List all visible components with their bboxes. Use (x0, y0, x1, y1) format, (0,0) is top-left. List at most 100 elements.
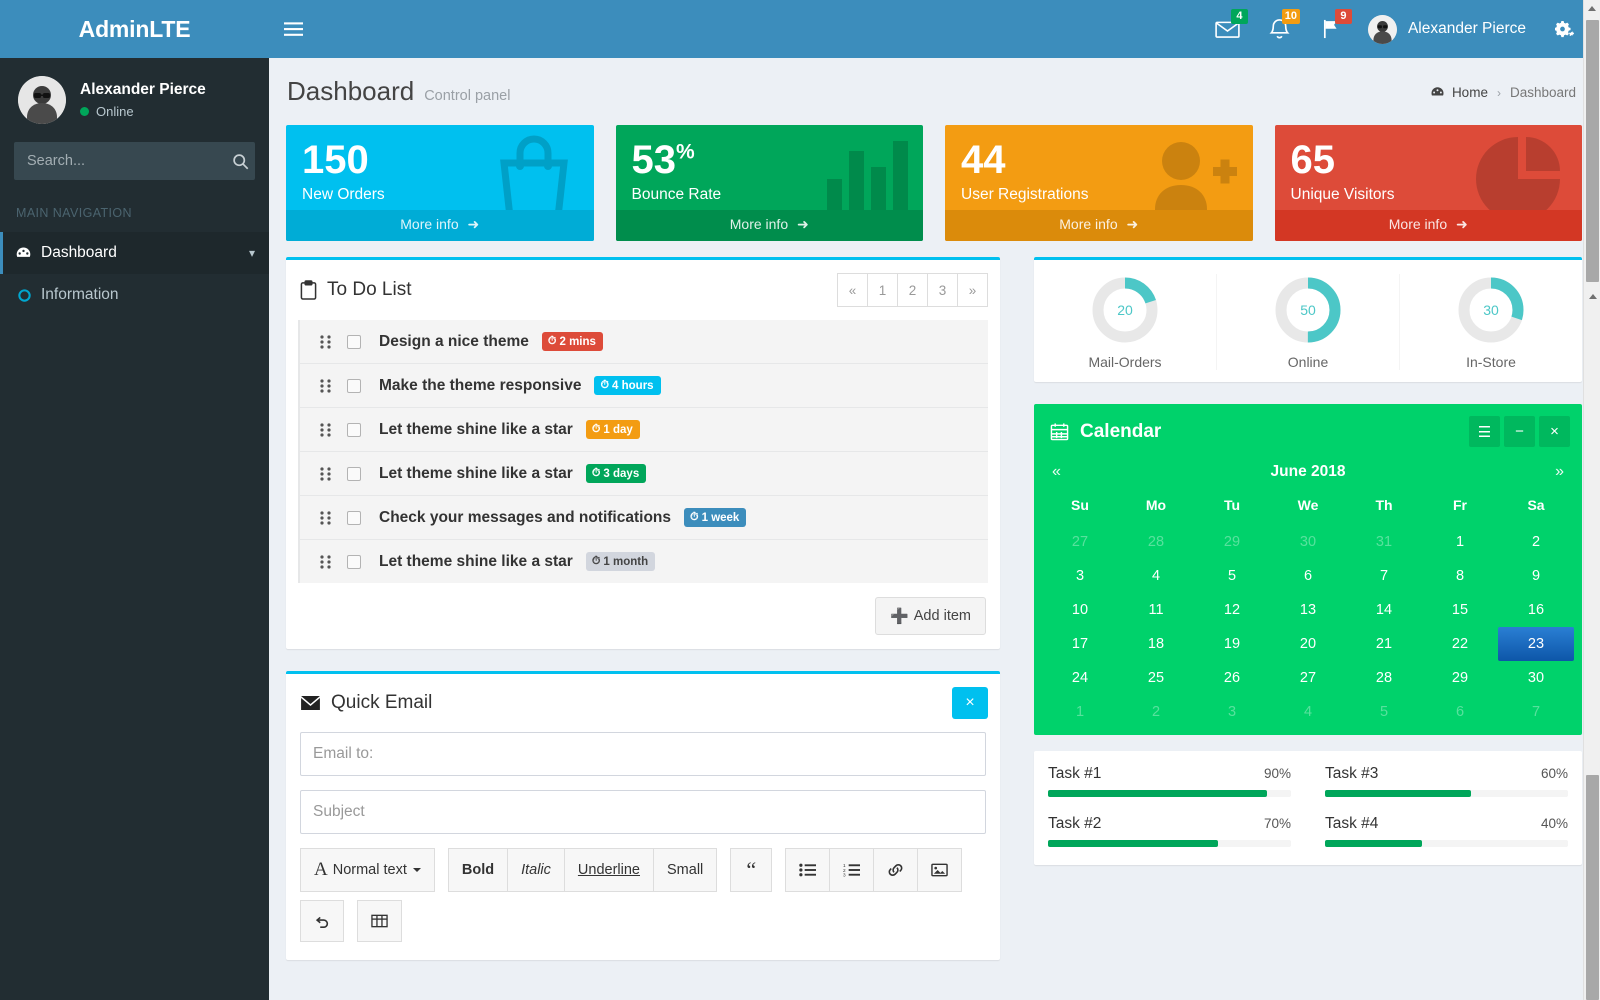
calendar-day[interactable]: 20 (1270, 627, 1346, 661)
brand-logo[interactable]: AdminLTE (0, 0, 269, 58)
close-button[interactable]: × (952, 687, 988, 719)
pagination-page-2[interactable]: 2 (897, 273, 928, 307)
todo-checkbox[interactable] (347, 378, 361, 393)
calendar-day[interactable]: 12 (1194, 593, 1270, 627)
list-item[interactable]: Check your messages and notifications ⏱ … (298, 495, 988, 539)
pagination-prev[interactable]: « (837, 273, 868, 307)
pagination-next[interactable]: » (957, 273, 988, 307)
calendar-menu-button[interactable]: ☰ (1469, 416, 1500, 447)
pagination-page-1[interactable]: 1 (867, 273, 898, 307)
calendar-day[interactable]: 30 (1270, 525, 1346, 559)
calendar-day[interactable]: 9 (1498, 559, 1574, 593)
calendar-day[interactable]: 10 (1042, 593, 1118, 627)
calendar-day[interactable]: 1 (1422, 525, 1498, 559)
todo-checkbox[interactable] (347, 510, 361, 525)
search-button[interactable] (226, 142, 254, 180)
calendar-day[interactable]: 6 (1270, 559, 1346, 593)
calendar-next-button[interactable]: » (1555, 463, 1564, 481)
calendar-close-button[interactable]: × (1539, 416, 1570, 447)
table-button[interactable] (357, 900, 402, 942)
calendar-day[interactable]: 15 (1422, 593, 1498, 627)
email-to-field[interactable] (300, 732, 986, 776)
drag-handle-icon[interactable] (320, 554, 331, 569)
calendar-day[interactable]: 16 (1498, 593, 1574, 627)
sidebar-toggle-button[interactable] (269, 0, 317, 58)
calendar-prev-button[interactable]: « (1052, 463, 1061, 481)
calendar-day[interactable]: 22 (1422, 627, 1498, 661)
calendar-day[interactable]: 30 (1498, 661, 1574, 695)
calendar-day[interactable]: 4 (1118, 559, 1194, 593)
calendar-day[interactable]: 1 (1042, 695, 1118, 729)
calendar-collapse-button[interactable]: − (1504, 416, 1535, 447)
list-item[interactable]: Let theme shine like a star ⏱ 3 days (298, 451, 988, 495)
drag-handle-icon[interactable] (320, 510, 331, 525)
calendar-day[interactable]: 7 (1498, 695, 1574, 729)
italic-button[interactable]: Italic (507, 848, 565, 892)
calendar-day[interactable]: 28 (1346, 661, 1422, 695)
image-button[interactable] (917, 848, 963, 892)
scrollbar-up-button[interactable] (1584, 0, 1600, 17)
list-item[interactable]: Let theme shine like a star ⏱ 1 month (298, 539, 988, 583)
scrollbar-secondary-button[interactable] (1584, 288, 1600, 305)
drag-handle-icon[interactable] (320, 422, 331, 437)
calendar-day[interactable]: 8 (1422, 559, 1498, 593)
ordered-list-button[interactable]: 123 (829, 848, 875, 892)
calendar-day[interactable]: 31 (1346, 525, 1422, 559)
notifications-button[interactable]: 10 (1254, 0, 1306, 58)
todo-checkbox[interactable] (347, 554, 361, 569)
scrollbar-thumb[interactable] (1586, 20, 1599, 282)
undo-button[interactable] (300, 900, 344, 942)
calendar-day[interactable]: 3 (1194, 695, 1270, 729)
user-menu-button[interactable]: Alexander Pierce (1358, 0, 1540, 58)
small-box-footer-link[interactable]: More info ➜ (1274, 210, 1582, 241)
calendar-day[interactable]: 2 (1498, 525, 1574, 559)
calendar-day[interactable]: 4 (1270, 695, 1346, 729)
calendar-day[interactable]: 6 (1422, 695, 1498, 729)
search-input[interactable] (15, 153, 226, 169)
calendar-day[interactable]: 3 (1042, 559, 1118, 593)
calendar-day[interactable]: 11 (1118, 593, 1194, 627)
drag-handle-icon[interactable] (320, 466, 331, 481)
page-scrollbar[interactable] (1583, 0, 1600, 1000)
calendar-day[interactable]: 21 (1346, 627, 1422, 661)
calendar-day-today[interactable]: 23 (1498, 627, 1574, 661)
todo-checkbox[interactable] (347, 422, 361, 437)
calendar-day[interactable]: 7 (1346, 559, 1422, 593)
drag-handle-icon[interactable] (320, 378, 331, 393)
email-subject-field[interactable] (300, 790, 986, 834)
calendar-day[interactable]: 27 (1042, 525, 1118, 559)
calendar-day[interactable]: 17 (1042, 627, 1118, 661)
calendar-day[interactable]: 2 (1118, 695, 1194, 729)
calendar-day[interactable]: 14 (1346, 593, 1422, 627)
calendar-day[interactable]: 5 (1346, 695, 1422, 729)
small-box-footer-link[interactable]: More info ➜ (286, 210, 594, 241)
sidebar-item-information[interactable]: Information (0, 274, 269, 316)
blockquote-button[interactable]: “ (730, 848, 773, 892)
add-item-button[interactable]: ➕ Add item (875, 597, 986, 635)
messages-button[interactable]: 4 (1202, 0, 1254, 58)
scrollbar-thumb-lower[interactable] (1586, 775, 1599, 1000)
calendar-day[interactable]: 25 (1118, 661, 1194, 695)
tasks-button[interactable]: 9 (1306, 0, 1358, 58)
calendar-day[interactable]: 29 (1194, 525, 1270, 559)
text-style-dropdown[interactable]: A Normal text (300, 848, 435, 892)
calendar-day[interactable]: 27 (1270, 661, 1346, 695)
list-item[interactable]: Make the theme responsive ⏱ 4 hours (298, 363, 988, 407)
underline-button[interactable]: Underline (563, 848, 654, 892)
link-button[interactable] (873, 848, 919, 892)
small-box-footer-link[interactable]: More info ➜ (945, 210, 1253, 241)
calendar-day[interactable]: 18 (1118, 627, 1194, 661)
calendar-day[interactable]: 5 (1194, 559, 1270, 593)
calendar-day[interactable]: 19 (1194, 627, 1270, 661)
unordered-list-button[interactable] (785, 848, 831, 892)
todo-checkbox[interactable] (347, 334, 361, 349)
list-item[interactable]: Design a nice theme ⏱ 2 mins (298, 320, 988, 363)
calendar-day[interactable]: 28 (1118, 525, 1194, 559)
drag-handle-icon[interactable] (320, 334, 331, 349)
calendar-day[interactable]: 24 (1042, 661, 1118, 695)
small-text-button[interactable]: Small (653, 848, 718, 892)
sidebar-item-dashboard[interactable]: Dashboard ▾ (0, 232, 269, 274)
pagination-page-3[interactable]: 3 (927, 273, 958, 307)
todo-checkbox[interactable] (347, 466, 361, 481)
list-item[interactable]: Let theme shine like a star ⏱ 1 day (298, 407, 988, 451)
